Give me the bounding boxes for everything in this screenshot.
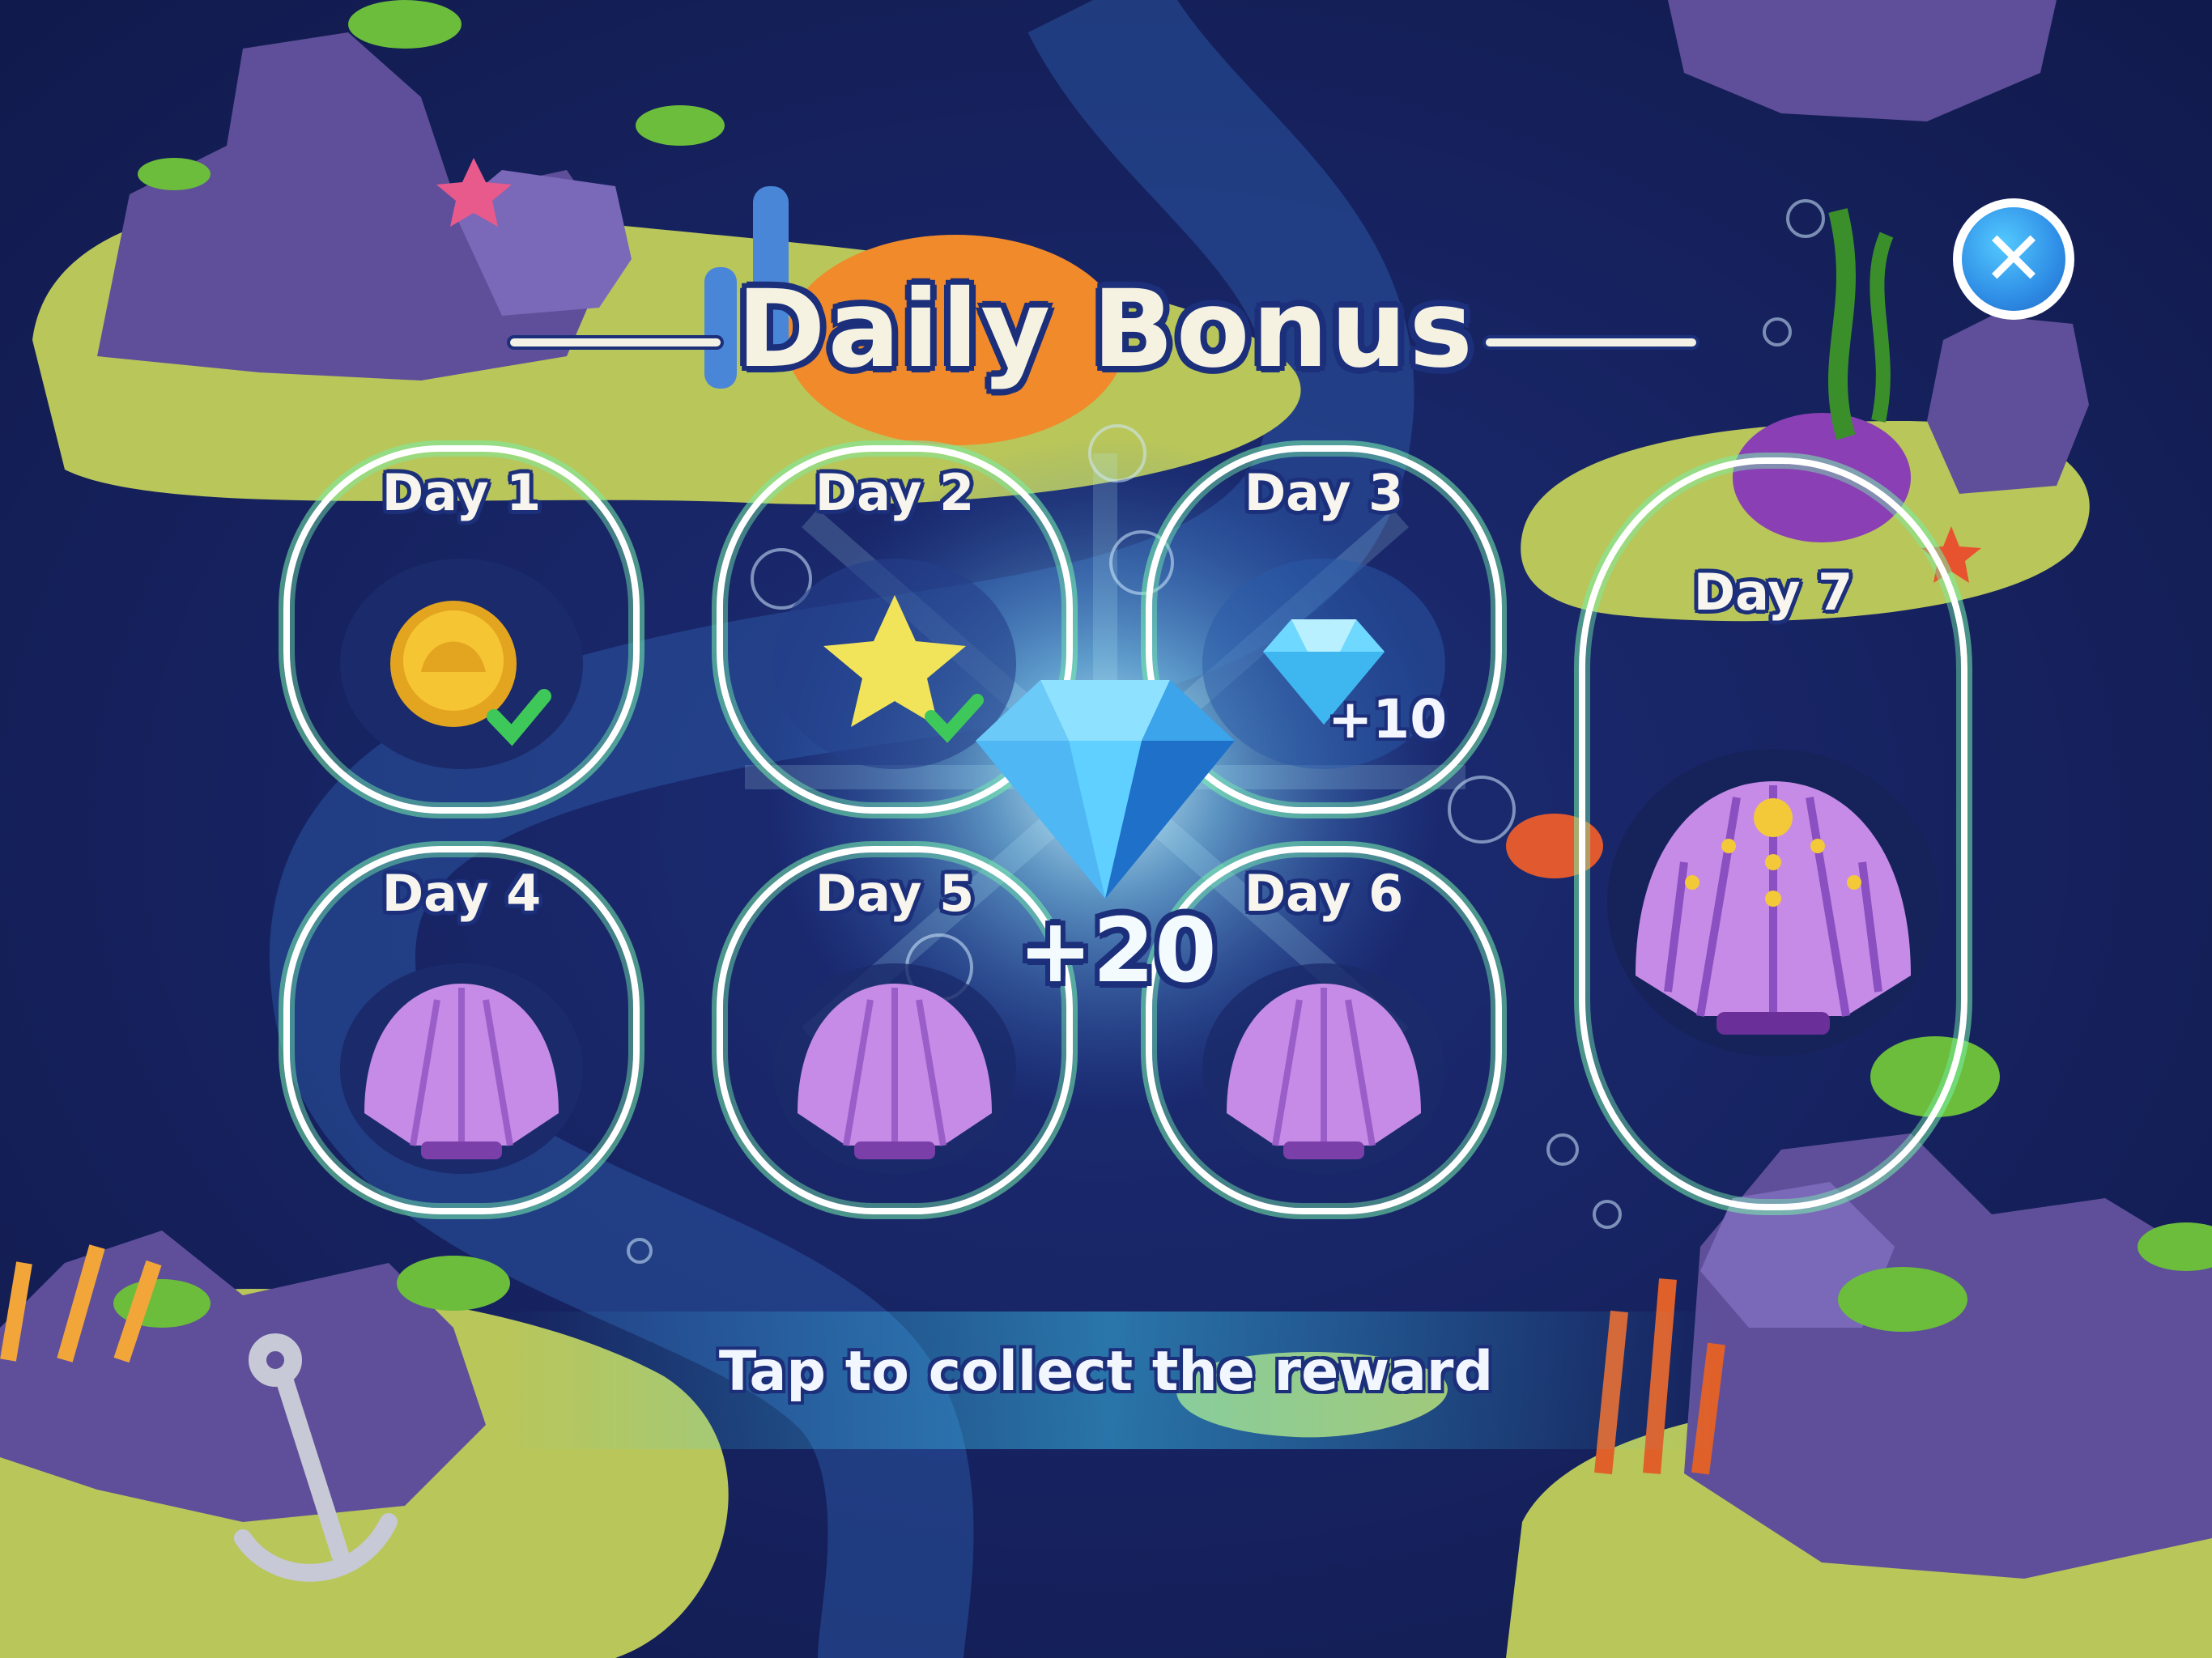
day-label: Day 7 [1693, 563, 1853, 622]
day-label: Day 3 [1244, 463, 1404, 522]
pink-shell-icon [340, 963, 583, 1174]
day-tile-7[interactable]: Day 7 [1579, 457, 1967, 1210]
gold-coin-icon [340, 559, 583, 769]
title-bar: Daily Bonus [0, 267, 2212, 405]
day-tile-4[interactable]: Day 4 [283, 846, 640, 1214]
close-button[interactable]: ✕ [1953, 198, 2074, 320]
day-tile-1[interactable]: Day 1 [283, 445, 640, 814]
close-x-icon: ✕ [1982, 215, 2045, 302]
blue-diamond-icon [976, 680, 1235, 899]
day-label: Day 2 [815, 463, 975, 522]
day-label: Day 1 [381, 463, 542, 522]
close-button-face: ✕ [1962, 207, 2065, 311]
collect-reward-prompt[interactable]: Tap to collect the reward [0, 1340, 2212, 1404]
pearl-shell-icon [1607, 749, 1939, 1056]
page-title: Daily Bonus [737, 267, 1475, 392]
day-label: Day 4 [381, 864, 542, 923]
current-reward-amount: +20 [1018, 899, 1217, 1002]
reward-amount: +10 [1328, 688, 1448, 750]
pink-shell-icon [773, 963, 1016, 1174]
